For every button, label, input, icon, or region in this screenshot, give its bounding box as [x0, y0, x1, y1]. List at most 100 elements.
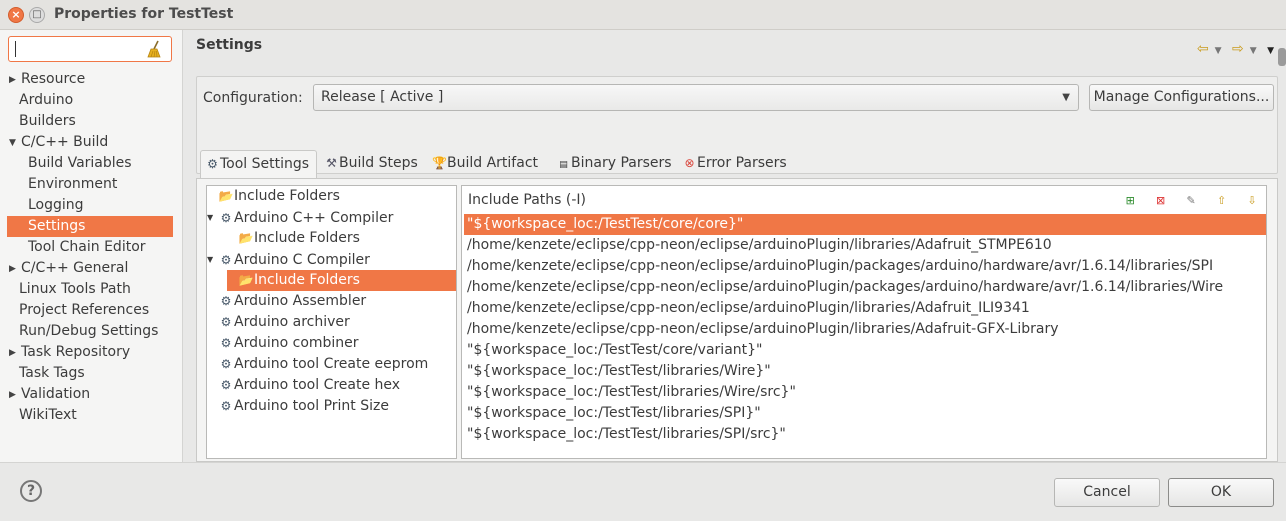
- tree-item[interactable]: ▼ ⚙ Arduino C++ Compiler: [207, 207, 456, 228]
- settings-tabs: ⚙ Tool Settings ⚒ Build Steps 🏆Build Artif…: [196, 150, 1278, 178]
- sidebar-item-task-repository[interactable]: ▶ Task Repository: [7, 342, 173, 363]
- expanded-arrow-icon[interactable]: ▼: [9, 133, 21, 154]
- window-title: Properties for TestTest: [54, 6, 234, 22]
- move-up-icon[interactable]: ⇧: [1214, 193, 1230, 209]
- tree-item[interactable]: ⚙ Arduino archiver: [207, 312, 456, 333]
- include-folder-icon: 📂: [238, 273, 254, 287]
- sidebar-item-environment[interactable]: Environment: [7, 174, 173, 195]
- tool-settings-panel: 📂Include Folders ▼ ⚙ Arduino C++ Compiler 📂I…: [196, 178, 1278, 462]
- include-paths-toolbar: ⊞ ⊠ ✎ ⇧ ⇩: [1112, 192, 1260, 210]
- sidebar-item-wikitext[interactable]: WikiText: [7, 405, 173, 426]
- sidebar-item-label: Settings: [28, 218, 86, 234]
- tool-gear-icon: ⚙: [220, 253, 232, 267]
- include-paths-header: Include Paths (-I): [468, 192, 587, 208]
- include-path-row[interactable]: /home/kenzete/eclipse/cpp-neon/eclipse/a…: [464, 298, 1266, 319]
- tab-error-parsers[interactable]: ⊗ Error Parsers: [678, 150, 798, 178]
- sidebar-item-c-c-general[interactable]: ▶ C/C++ General: [7, 258, 173, 279]
- binary-parsers-icon: ▤: [559, 160, 568, 170]
- ok-button[interactable]: OK: [1168, 478, 1274, 507]
- sidebar-item-build-variables[interactable]: Build Variables: [7, 153, 173, 174]
- vertical-scrollbar[interactable]: [1278, 48, 1286, 66]
- sidebar-item-task-tags[interactable]: Task Tags: [7, 363, 173, 384]
- include-path-row[interactable]: "${workspace_loc:/TestTest/core/variant}…: [464, 340, 1266, 361]
- include-path-row[interactable]: "${workspace_loc:/TestTest/libraries/Wir…: [464, 361, 1266, 382]
- expanded-arrow-icon[interactable]: ▼: [207, 207, 218, 228]
- tree-item-label: Include Folders: [254, 230, 360, 246]
- include-path-row[interactable]: "${workspace_loc:/TestTest/libraries/SPI…: [464, 424, 1266, 445]
- collapsed-arrow-icon[interactable]: ▶: [9, 70, 21, 91]
- page-title: Settings: [196, 37, 263, 53]
- include-path-row[interactable]: "${workspace_loc:/TestTest/libraries/SPI…: [464, 403, 1266, 424]
- configuration-value: Release [ Active ]: [321, 89, 444, 105]
- include-path-row[interactable]: "${workspace_loc:/TestTest/libraries/Wir…: [464, 382, 1266, 403]
- sidebar-item-builders[interactable]: Builders: [7, 111, 173, 132]
- tab-build-artifact[interactable]: 🏆Build Artifact: [428, 150, 550, 178]
- include-path-row[interactable]: /home/kenzete/eclipse/cpp-neon/eclipse/a…: [464, 235, 1266, 256]
- text-caret: [15, 41, 16, 57]
- add-path-icon[interactable]: ⊞: [1122, 193, 1138, 209]
- include-path-row[interactable]: /home/kenzete/eclipse/cpp-neon/eclipse/a…: [464, 256, 1266, 277]
- tool-gear-icon: ⚙: [220, 378, 232, 392]
- tree-item[interactable]: ▼ ⚙ Arduino C Compiler: [207, 249, 456, 270]
- tree-item-label: Arduino tool Print Size: [234, 398, 389, 414]
- sidebar-item-arduino[interactable]: Arduino: [7, 90, 173, 111]
- tree-item[interactable]: ⚙ Arduino Assembler: [207, 291, 456, 312]
- tree-item[interactable]: ⚙ Arduino tool Print Size: [207, 396, 456, 417]
- sidebar-item-validation[interactable]: ▶ Validation: [7, 384, 173, 405]
- filter-input[interactable]: [8, 36, 172, 62]
- history-navigation: ⇦ ▼ ⇨ ▼ ▼: [1191, 41, 1274, 57]
- forward-arrow-icon[interactable]: ⇨: [1232, 41, 1244, 57]
- tree-item[interactable]: 📂Include Folders: [227, 228, 456, 249]
- tab-label: Build Steps: [339, 155, 418, 171]
- view-menu-icon[interactable]: ▼: [1267, 46, 1274, 56]
- sidebar-item-label: C/C++ General: [21, 260, 129, 276]
- back-arrow-icon[interactable]: ⇦: [1197, 41, 1209, 57]
- collapsed-arrow-icon[interactable]: ▶: [9, 343, 21, 364]
- sidebar-item-linux-tools-path[interactable]: Linux Tools Path: [7, 279, 173, 300]
- close-window-button[interactable]: ×: [8, 7, 24, 23]
- expanded-arrow-icon[interactable]: ▼: [207, 249, 218, 270]
- collapsed-arrow-icon[interactable]: ▶: [9, 385, 21, 406]
- sidebar-item-c-c-build[interactable]: ▼ C/C++ Build: [7, 132, 173, 153]
- dropdown-arrow-icon: ▼: [1062, 92, 1070, 103]
- tool-gear-icon: ⚙: [220, 211, 232, 225]
- sidebar-item-resource[interactable]: ▶ Resource: [7, 69, 173, 90]
- back-history-dropdown-icon[interactable]: ▼: [1215, 46, 1222, 56]
- sidebar-item-label: Builders: [19, 113, 76, 129]
- manage-configurations-button[interactable]: Manage Configurations...: [1089, 84, 1274, 111]
- tab-tool-settings[interactable]: ⚙ Tool Settings: [200, 150, 317, 178]
- sidebar-item-project-references[interactable]: Project References: [7, 300, 173, 321]
- tree-item[interactable]: ⚙ Arduino tool Create eeprom: [207, 354, 456, 375]
- tree-item[interactable]: ⚙ Arduino combiner: [207, 333, 456, 354]
- tab-label: Tool Settings: [220, 156, 310, 172]
- build-artifact-icon: 🏆: [432, 156, 447, 170]
- delete-path-icon[interactable]: ⊠: [1153, 193, 1169, 209]
- sidebar-item-tool-chain-editor[interactable]: Tool Chain Editor: [7, 237, 173, 258]
- maximize-window-button[interactable]: □: [29, 7, 45, 23]
- tab-binary-parsers[interactable]: ▤ Binary Parsers: [552, 150, 676, 178]
- collapsed-arrow-icon[interactable]: ▶: [9, 259, 21, 280]
- sidebar-item-run-debug-settings[interactable]: Run/Debug Settings: [7, 321, 173, 342]
- sidebar-item-label: C/C++ Build: [21, 134, 109, 150]
- help-icon[interactable]: ?: [20, 480, 42, 502]
- forward-history-dropdown-icon[interactable]: ▼: [1250, 46, 1257, 56]
- tree-item[interactable]: ⚙ Arduino tool Create hex: [207, 375, 456, 396]
- sidebar-item-label: Tool Chain Editor: [28, 239, 146, 255]
- include-path-row[interactable]: /home/kenzete/eclipse/cpp-neon/eclipse/a…: [464, 277, 1266, 298]
- tab-build-steps[interactable]: ⚒ Build Steps: [320, 150, 426, 178]
- include-path-row[interactable]: "${workspace_loc:/TestTest/core/core}": [464, 214, 1266, 235]
- sidebar-item-label: Linux Tools Path: [19, 281, 131, 297]
- move-down-icon[interactable]: ⇩: [1244, 193, 1260, 209]
- clear-filter-icon[interactable]: [147, 40, 163, 58]
- tool-gear-icon: ⚙: [220, 357, 232, 371]
- tree-item[interactable]: 📂Include Folders: [207, 186, 456, 207]
- include-path-row[interactable]: /home/kenzete/eclipse/cpp-neon/eclipse/a…: [464, 319, 1266, 340]
- tree-item[interactable]: 📂Include Folders: [227, 270, 456, 291]
- cancel-button[interactable]: Cancel: [1054, 478, 1160, 507]
- tree-item-label: Arduino tool Create hex: [234, 377, 401, 393]
- tree-item-label: Include Folders: [254, 272, 360, 288]
- sidebar-item-settings[interactable]: Settings: [7, 216, 173, 237]
- sidebar-item-logging[interactable]: Logging: [7, 195, 173, 216]
- edit-path-icon[interactable]: ✎: [1183, 193, 1199, 209]
- configuration-select[interactable]: Release [ Active ] ▼: [313, 84, 1079, 111]
